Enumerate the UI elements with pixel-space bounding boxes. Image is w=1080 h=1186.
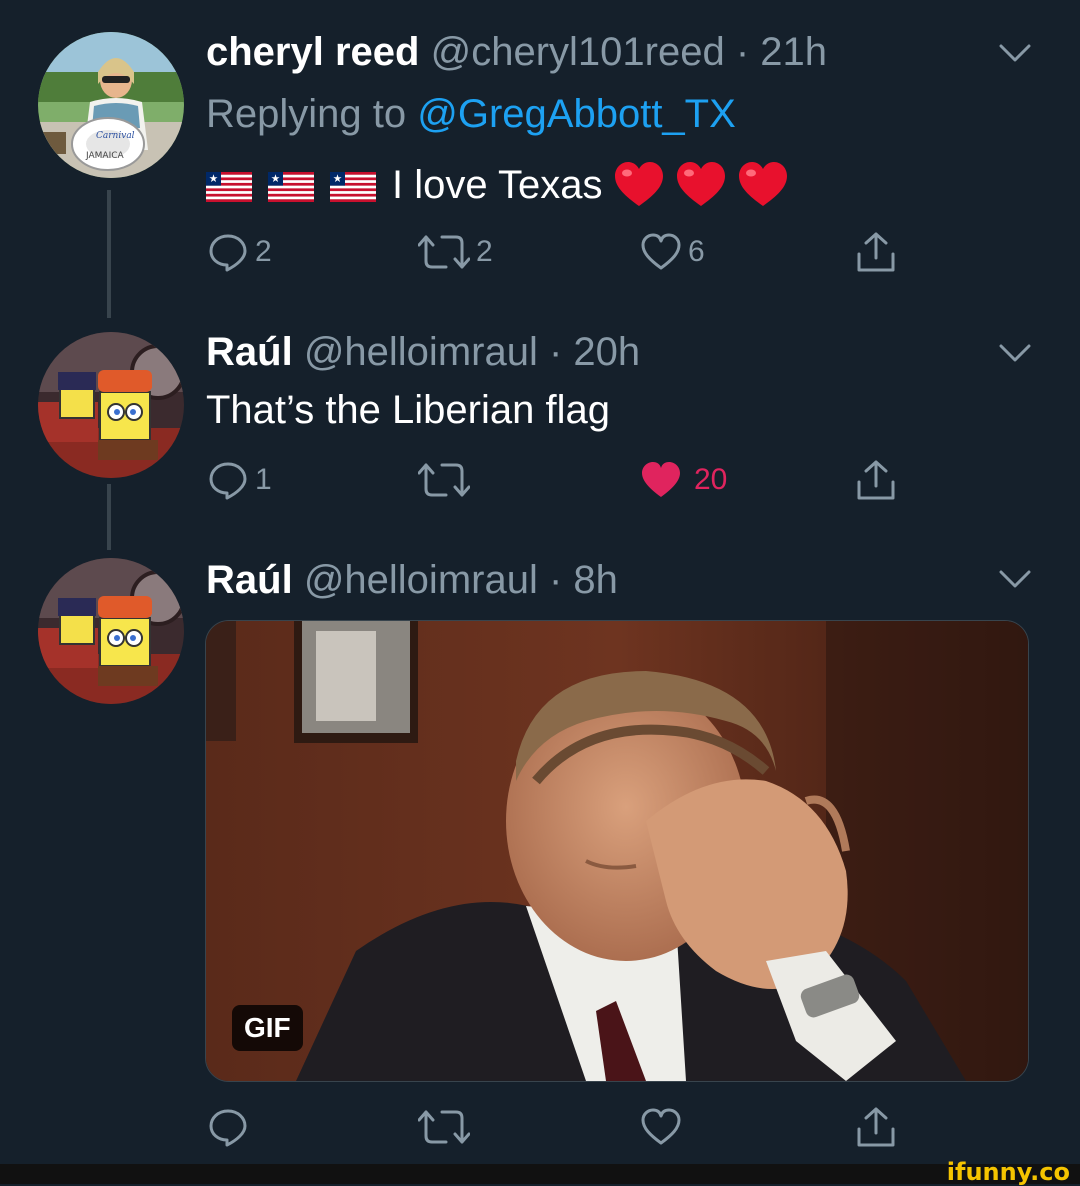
share-icon xyxy=(857,460,895,500)
red-heart-emoji xyxy=(676,162,725,206)
chevron-down-icon[interactable] xyxy=(998,342,1032,364)
user-handle[interactable]: @cheryl101reed xyxy=(431,30,725,74)
red-heart-emoji xyxy=(738,162,787,206)
tweet-actions xyxy=(0,1102,1080,1152)
replying-to-label: Replying to xyxy=(206,92,407,136)
display-name[interactable]: Raúl xyxy=(206,558,293,602)
like-icon xyxy=(641,1108,681,1145)
gif-image-facepalm xyxy=(206,621,1028,1081)
like-count: 6 xyxy=(688,235,705,268)
user-handle[interactable]: @helloimraul xyxy=(304,330,538,374)
reply-icon xyxy=(209,234,247,272)
liberia-flag-emoji xyxy=(268,172,314,202)
footer-bar: ifunny.co xyxy=(0,1160,1080,1184)
reply-button[interactable] xyxy=(207,1102,249,1152)
replying-to: Replying to @GregAbbott_TX xyxy=(206,94,736,134)
tweet-header: Raúl @helloimraul · 20h xyxy=(206,332,640,372)
retweet-count: 2 xyxy=(476,235,493,268)
share-button[interactable] xyxy=(855,455,897,505)
share-icon xyxy=(857,232,895,272)
heart-emojis xyxy=(603,162,789,207)
tweet-actions: 1 20 xyxy=(0,455,1080,505)
like-count: 20 xyxy=(694,463,728,496)
gif-badge: GIF xyxy=(232,1005,303,1051)
display-name[interactable]: cheryl reed xyxy=(206,30,419,74)
tweet-text-content: I love Texas xyxy=(392,163,603,207)
timestamp[interactable]: 21h xyxy=(760,30,827,74)
separator: · xyxy=(735,30,750,74)
retweet-button[interactable]: 2 xyxy=(418,227,493,277)
reply-icon xyxy=(209,1109,247,1147)
tweet-cheryl[interactable]: Carnival JAMAICA cheryl reed @cheryl101r… xyxy=(0,0,1080,320)
chevron-down-icon[interactable] xyxy=(998,42,1032,64)
separator: · xyxy=(548,330,563,374)
flag-emojis xyxy=(206,163,392,207)
liberia-flag-emoji xyxy=(330,172,376,202)
tweet-text: That’s the Liberian flag xyxy=(206,388,610,432)
retweet-icon xyxy=(418,463,470,497)
liberia-flag-emoji xyxy=(206,172,252,202)
tweet-raul-reply[interactable]: Raúl @helloimraul · 20h That’s the Liber… xyxy=(0,320,1080,550)
avatar-raul[interactable] xyxy=(38,558,184,704)
like-button[interactable]: 20 xyxy=(640,455,727,505)
retweet-button[interactable] xyxy=(418,455,470,505)
separator: · xyxy=(548,558,563,602)
tweet-header: cheryl reed @cheryl101reed · 21h xyxy=(206,32,827,72)
mention-link[interactable]: @GregAbbott_TX xyxy=(417,92,736,136)
reply-icon xyxy=(209,462,247,500)
timestamp[interactable]: 20h xyxy=(573,330,640,374)
like-button[interactable] xyxy=(640,1102,682,1152)
reply-count: 1 xyxy=(255,463,272,496)
svg-text:Carnival: Carnival xyxy=(96,131,135,141)
share-button[interactable] xyxy=(855,1102,897,1152)
gif-media[interactable]: GIF xyxy=(205,620,1029,1082)
timestamp[interactable]: 8h xyxy=(573,558,618,602)
tweet-text: I love Texas xyxy=(206,160,789,208)
reply-button[interactable]: 2 xyxy=(207,227,272,277)
red-heart-emoji xyxy=(614,162,663,206)
share-icon xyxy=(857,1107,895,1147)
user-handle[interactable]: @helloimraul xyxy=(304,558,538,602)
retweet-icon xyxy=(418,235,470,269)
like-icon xyxy=(641,233,681,270)
ifunny-watermark: ifunny.co xyxy=(946,1158,1070,1186)
tweet-actions: 2 2 6 xyxy=(0,227,1080,277)
retweet-button[interactable] xyxy=(418,1102,470,1152)
chevron-down-icon[interactable] xyxy=(998,568,1032,590)
share-button[interactable] xyxy=(855,227,897,277)
display-name[interactable]: Raúl xyxy=(206,330,293,374)
reply-button[interactable]: 1 xyxy=(207,455,272,505)
avatar-cheryl[interactable]: Carnival JAMAICA xyxy=(38,32,184,178)
svg-text:JAMAICA: JAMAICA xyxy=(85,151,125,161)
retweet-icon xyxy=(418,1110,470,1144)
like-button[interactable]: 6 xyxy=(640,227,705,277)
reply-count: 2 xyxy=(255,235,272,268)
tweet-header: Raúl @helloimraul · 8h xyxy=(206,560,618,600)
like-icon-filled xyxy=(642,462,680,497)
